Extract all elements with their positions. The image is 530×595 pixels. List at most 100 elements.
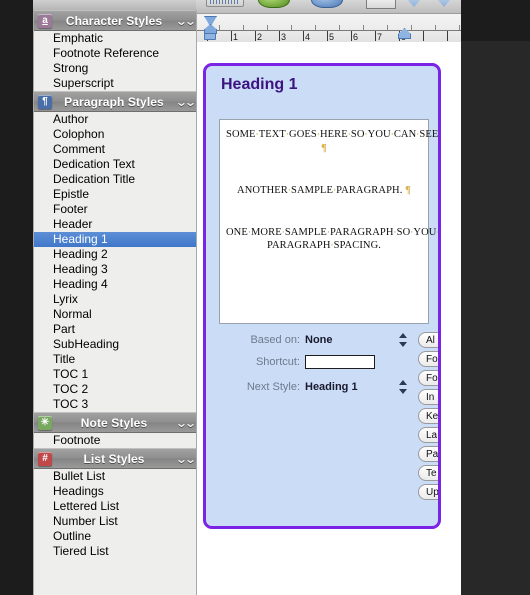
blue-oval-icon[interactable] <box>311 0 343 8</box>
list-item[interactable]: Footnote <box>34 433 196 448</box>
sample-paragraph-1: SOME·TEXT·GOES·HERE·SO·YOU·CAN·SEE·WHAT·… <box>226 129 439 154</box>
ruler[interactable]: 012345678 <box>196 13 461 43</box>
list-item[interactable]: Tiered List <box>34 544 196 559</box>
based-on-stepper-up[interactable] <box>398 333 407 338</box>
ruler-label: 3 <box>281 32 287 42</box>
list-item[interactable]: Dedication Title <box>34 172 196 187</box>
ruler-tick-minor <box>459 25 460 30</box>
attribute-tab[interactable]: La <box>418 427 438 443</box>
green-oval-icon[interactable] <box>258 0 290 8</box>
list-item[interactable]: Emphatic <box>34 31 196 46</box>
list-item[interactable]: Author <box>34 112 196 127</box>
preview-heading-text: Heading 1 <box>221 75 298 93</box>
ruler-tick-major <box>351 31 352 41</box>
sample-text-box: SOME·TEXT·GOES·HERE·SO·YOU·CAN·SEE·WHAT·… <box>219 119 439 324</box>
app-window: 012345678 Heading 1 SOME·TEXT·GOES·HERE·… <box>0 0 530 595</box>
attribute-tab[interactable]: Te <box>418 465 438 481</box>
attribute-tab[interactable]: Fo <box>418 351 438 367</box>
left-margin-marker[interactable] <box>204 33 216 40</box>
next-style-value[interactable]: Heading 1 <box>305 381 358 393</box>
ruler-baseline <box>196 30 461 31</box>
list-item[interactable]: Number List <box>34 514 196 529</box>
list-item[interactable]: TOC 3 <box>34 397 196 412</box>
ruler-tick-minor <box>363 25 364 30</box>
next-style-stepper-down[interactable] <box>398 389 407 394</box>
main-pane: 012345678 Heading 1 SOME·TEXT·GOES·HERE·… <box>196 0 461 595</box>
section-header-paragraph-styles[interactable]: ¶ Paragraph Styles ⌄⌄ <box>34 91 196 112</box>
attribute-tab[interactable]: Fo <box>418 370 438 386</box>
list-item[interactable]: TOC 1 <box>34 367 196 382</box>
list-item[interactable]: Epistle <box>34 187 196 202</box>
list-item[interactable]: Heading 4 <box>34 277 196 292</box>
ruler-tick-major <box>447 31 448 41</box>
list-item[interactable]: Dedication Text <box>34 157 196 172</box>
list-item[interactable]: Colophon <box>34 127 196 142</box>
preview-heading-strip: Heading 1 <box>206 66 438 103</box>
attribute-tab[interactable]: Up <box>418 484 438 500</box>
attribute-tab[interactable]: Pa <box>418 446 438 462</box>
bottom-button-bar: Style Library... Import from Style Li <box>196 546 461 586</box>
chevron-down-icon[interactable]: ⌄⌄ <box>175 453 196 465</box>
list-item[interactable]: Lettered List <box>34 499 196 514</box>
shortcut-label: Shortcut: <box>255 356 300 368</box>
next-style-label: Next Style: <box>246 381 300 393</box>
list-item[interactable]: Heading 2 <box>34 247 196 262</box>
ruler-tick-major <box>279 31 280 41</box>
ruler-tick-major <box>255 31 256 41</box>
based-on-value[interactable]: None <box>305 334 333 346</box>
list-item[interactable]: Superscript <box>34 76 196 91</box>
list-item[interactable]: Footer <box>34 202 196 217</box>
attribute-tab[interactable]: Ke <box>418 408 438 424</box>
list-item[interactable]: Headings <box>34 484 196 499</box>
list-item[interactable]: SubHeading <box>34 337 196 352</box>
note-style-icon: ✳ <box>38 415 52 430</box>
list-item[interactable]: Outline <box>34 529 196 544</box>
ruler-label: 1 <box>233 32 239 42</box>
blue-down-arrow-icon[interactable] <box>406 0 422 7</box>
attribute-tab[interactable]: Al <box>418 332 438 348</box>
list-item[interactable]: Lyrix <box>34 292 196 307</box>
list-item[interactable]: Header <box>34 217 196 232</box>
based-on-stepper-down[interactable] <box>398 342 407 347</box>
next-style-stepper[interactable] <box>398 380 407 394</box>
list-item[interactable]: Heading 3 <box>34 262 196 277</box>
chevron-down-icon[interactable]: ⌄⌄ <box>175 417 196 429</box>
ruler-tick-major <box>375 31 376 41</box>
list-item[interactable]: Heading 1 <box>34 232 196 247</box>
list-item[interactable]: Normal <box>34 307 196 322</box>
list-item[interactable]: TOC 2 <box>34 382 196 397</box>
window-top-left-dark <box>0 0 33 10</box>
paragraph-style-icon: ¶ <box>38 94 52 109</box>
ruler-tick-minor <box>387 25 388 30</box>
sample-paragraph-2: ANOTHER·SAMPLE·PARAGRAPH. ¶ <box>237 184 411 196</box>
based-on-stepper[interactable] <box>398 333 407 347</box>
shortcut-row: Shortcut: <box>206 354 438 370</box>
window-right-margin <box>461 41 530 595</box>
chevron-down-icon[interactable]: ⌄⌄ <box>175 15 196 27</box>
section-header-note-styles[interactable]: ✳ Note Styles ⌄⌄ <box>34 412 196 433</box>
attribute-tab[interactable]: In <box>418 389 438 405</box>
style-list-paragraph-styles: Author Colophon Comment Dedication Text Dedi… <box>34 112 196 412</box>
based-on-label: Based on: <box>250 334 300 346</box>
section-title: Note Styles <box>80 415 148 430</box>
list-item[interactable]: Strong <box>34 61 196 76</box>
document-icon[interactable] <box>366 0 396 9</box>
list-item[interactable]: Comment <box>34 142 196 157</box>
section-header-list-styles[interactable]: # List Styles ⌄⌄ <box>34 448 196 469</box>
list-item[interactable]: Part <box>34 322 196 337</box>
chevron-down-icon[interactable]: ⌄⌄ <box>175 96 196 108</box>
shortcut-input[interactable] <box>305 355 375 369</box>
ruler-tick-major <box>231 31 232 41</box>
blue-down-arrow-icon-2[interactable] <box>436 0 452 7</box>
section-title: Character Styles <box>65 13 163 28</box>
list-item[interactable]: Title <box>34 352 196 367</box>
next-style-stepper-up[interactable] <box>398 380 407 385</box>
list-item[interactable]: Footnote Reference <box>34 46 196 61</box>
ruler-icon[interactable] <box>206 0 244 7</box>
list-style-icon: # <box>38 451 52 466</box>
ruler-label: 4 <box>305 32 311 42</box>
window-left-margin <box>0 0 33 595</box>
list-item[interactable]: Bullet List <box>34 469 196 484</box>
ruler-tick-major <box>423 31 424 41</box>
section-header-character-styles[interactable]: a Character Styles ⌄⌄ <box>34 10 196 31</box>
